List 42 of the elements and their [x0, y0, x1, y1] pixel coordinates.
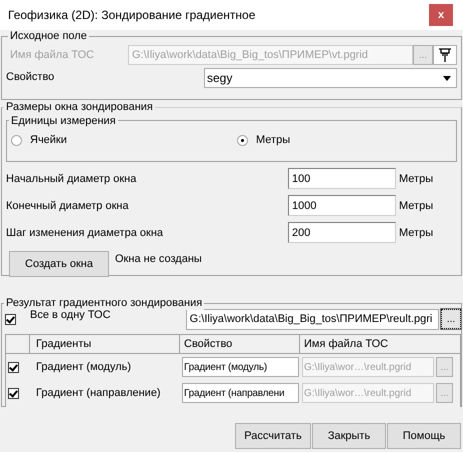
- field-label: Шаг изменения диаметра окна: [6, 226, 164, 238]
- close-button[interactable]: x: [429, 4, 453, 26]
- window-title: Геофизика (2D): Зондирование градиентное: [8, 8, 256, 22]
- property-dropdown[interactable]: segy: [204, 68, 457, 88]
- property-field[interactable]: Градиент (модуль): [182, 357, 299, 377]
- browse-button[interactable]: ...: [441, 309, 461, 329]
- field-label: Имя файла ТОС: [9, 49, 96, 61]
- status-text: Окна не созданы: [115, 253, 202, 265]
- radio-label: Метры: [256, 134, 290, 146]
- unit-label: Метры: [399, 200, 434, 212]
- pin-icon: [438, 47, 452, 63]
- number-field[interactable]: 200: [288, 222, 396, 243]
- checkbox-label: Все в одну ТОС: [30, 309, 112, 321]
- checkbox[interactable]: [8, 388, 19, 398]
- radio-label: Ячейки: [30, 134, 67, 146]
- create-windows-button[interactable]: Создать окна: [9, 251, 109, 277]
- group-title: Исходное поле: [8, 30, 89, 43]
- checkbox[interactable]: [8, 362, 19, 372]
- dialog-button[interactable]: Помощь: [387, 423, 461, 449]
- dropdown-arrow-icon: [443, 76, 451, 80]
- property-field[interactable]: Градиент (направлени: [182, 383, 299, 403]
- group-title: Единицы измерения: [9, 115, 118, 128]
- dialog-button[interactable]: Рассчитать: [235, 423, 311, 449]
- group-title: Размеры окна зондирования: [4, 101, 155, 114]
- unit-label: Метры: [399, 226, 434, 238]
- table-cell-text: Градиент (направление): [35, 386, 162, 401]
- radio-option[interactable]: Метры: [237, 134, 290, 146]
- number-field[interactable]: 100: [288, 168, 396, 189]
- table-cell-text: Градиент (модуль): [35, 360, 132, 375]
- number-field[interactable]: 1000: [288, 195, 396, 216]
- group-title: Результат градиентного зондирования: [4, 297, 204, 310]
- field-label: Конечный диаметр окна: [6, 200, 130, 212]
- radio-button[interactable]: [11, 134, 22, 146]
- field-label: Начальный диаметр окна: [6, 172, 138, 184]
- checkbox[interactable]: [5, 314, 16, 324]
- radio-button[interactable]: [237, 134, 248, 146]
- file-path-field[interactable]: G:\Iliya\work\data\Big_Big_tos\ПРИМЕР\reult.pgri: [186, 308, 439, 330]
- unit-label: Метры: [399, 172, 434, 184]
- dialog-button[interactable]: Закрыть: [312, 423, 386, 449]
- radio-option[interactable]: Ячейки: [11, 134, 237, 146]
- field-label: Свойство: [6, 70, 56, 82]
- pin-button[interactable]: [433, 45, 457, 65]
